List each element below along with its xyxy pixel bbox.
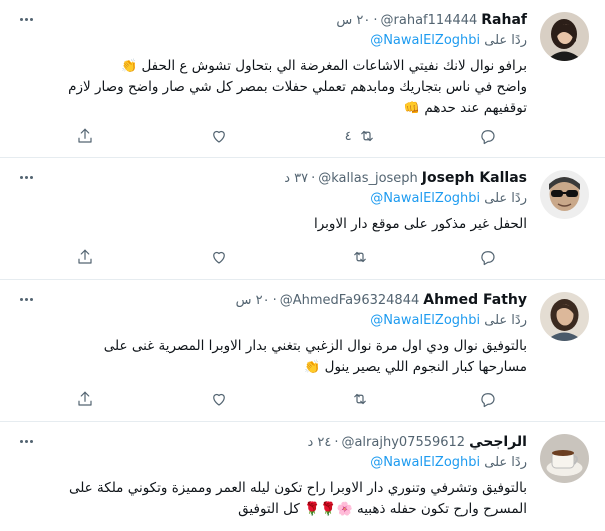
mention-link[interactable]: @NawalElZoghbi	[370, 313, 480, 328]
author-name[interactable]: Ahmed Fathy	[423, 292, 527, 308]
reply-icon	[481, 130, 495, 145]
tweet-content: Rahaf @rahaf114444 · ٢٠ س ردًا على @Nawa…	[16, 10, 527, 119]
separator-dot: ·	[373, 12, 378, 28]
mention-link[interactable]: @NawalElZoghbi	[370, 33, 480, 48]
author-name[interactable]: Rahaf	[481, 12, 527, 28]
tweet-line: توقفيهم عند حدهم	[424, 100, 527, 116]
more-options-icon[interactable]	[16, 292, 36, 306]
more-options-icon[interactable]	[16, 12, 36, 26]
reply-button[interactable]	[479, 390, 519, 408]
tweet-header: Ahmed Fathy @AhmedFa96324844 · ٢٠ س	[16, 290, 527, 310]
avatar[interactable]	[540, 292, 589, 341]
author-handle[interactable]: @kallas_joseph	[318, 171, 418, 186]
author-handle[interactable]: @alrajhy07559612	[341, 435, 465, 450]
tweet-time[interactable]: ٢٠ س	[236, 293, 270, 308]
retweet-icon	[360, 130, 373, 142]
tweet[interactable]: Joseph Kallas @kallas_joseph · ٣٧ د ردًا…	[0, 158, 605, 280]
tweet-line: مسارحها كبار النجوم اللي يصير ينول	[324, 359, 527, 375]
reply-icon	[481, 251, 495, 266]
avatar[interactable]	[540, 434, 589, 483]
tweet-line: الحفل غير مذكور على موقع دار الاوبرا	[313, 216, 527, 232]
replying-prefix: ردًا على	[484, 455, 527, 470]
retweet-button[interactable]	[345, 248, 385, 266]
like-button[interactable]	[210, 127, 250, 145]
reply-button[interactable]	[479, 127, 519, 145]
replying-prefix: ردًا على	[484, 313, 527, 328]
share-icon	[78, 391, 92, 406]
tweet[interactable]: الراجحي @alrajhy07559612 · ٢٤ د ردًا على…	[0, 422, 605, 531]
replying-to: ردًا على @NawalElZoghbi	[16, 33, 527, 53]
mention-link[interactable]: @NawalElZoghbi	[370, 455, 480, 470]
retweet-button[interactable]: ٤	[345, 127, 385, 145]
tweet-line: بالتوفيق نوال ودي اول مرة نوال الزغبي بت…	[103, 338, 527, 354]
share-icon	[78, 128, 92, 143]
share-icon	[78, 249, 92, 264]
share-button[interactable]	[76, 248, 116, 266]
tweet-text: بالتوفيق وتشرفي وتنوري دار الاوبرا راح ت…	[16, 478, 527, 520]
separator-dot: ·	[334, 434, 339, 450]
author-name[interactable]: Joseph Kallas	[422, 170, 527, 186]
replying-to: ردًا على @NawalElZoghbi	[16, 191, 527, 211]
retweet-count: ٤	[344, 128, 352, 144]
replying-to: ردًا على @NawalElZoghbi	[16, 313, 527, 333]
avatar[interactable]	[540, 12, 589, 61]
separator-dot: ·	[311, 170, 316, 186]
flowers-icon: 🌸🌹🌹	[304, 502, 353, 517]
more-options-icon[interactable]	[16, 434, 36, 448]
tweet-header: Rahaf @rahaf114444 · ٢٠ س	[16, 10, 527, 30]
tweet-text: بالتوفيق نوال ودي اول مرة نوال الزغبي بت…	[16, 336, 527, 378]
like-button[interactable]	[210, 390, 250, 408]
reply-button[interactable]	[479, 248, 519, 266]
clapping-hands-icon: 👏	[304, 360, 321, 375]
tweet-actions: ٤	[76, 126, 519, 146]
tweet[interactable]: Rahaf @rahaf114444 · ٢٠ س ردًا على @Nawa…	[0, 0, 605, 158]
tweet-actions	[76, 247, 519, 267]
author-handle[interactable]: @AhmedFa96324844	[280, 293, 419, 308]
heart-icon	[213, 251, 226, 264]
tweet-actions	[76, 389, 519, 409]
tweet-line: المسرح وارح تكون حفله ذهبيه	[356, 501, 527, 517]
tweet-content: Ahmed Fathy @AhmedFa96324844 · ٢٠ س ردًا…	[16, 290, 527, 378]
retweet-button[interactable]	[345, 390, 385, 408]
replying-prefix: ردًا على	[484, 33, 527, 48]
replying-to: ردًا على @NawalElZoghbi	[16, 455, 527, 475]
tweet-time[interactable]: ٢٠ س	[336, 13, 370, 28]
replying-prefix: ردًا على	[484, 191, 527, 206]
tweet-header: الراجحي @alrajhy07559612 · ٢٤ د	[16, 432, 527, 452]
share-button[interactable]	[76, 390, 116, 408]
share-button[interactable]	[76, 127, 116, 145]
fist-icon: 👊	[403, 101, 421, 116]
like-button[interactable]	[210, 248, 250, 266]
author-name[interactable]: الراجحي	[469, 434, 527, 450]
tweet-content: Joseph Kallas @kallas_joseph · ٣٧ د ردًا…	[16, 168, 527, 235]
avatar[interactable]	[540, 170, 589, 219]
tweet-text: الحفل غير مذكور على موقع دار الاوبرا	[16, 214, 527, 235]
tweet-header: Joseph Kallas @kallas_joseph · ٣٧ د	[16, 168, 527, 188]
retweet-icon	[353, 393, 366, 405]
tweet-line: كل التوفيق	[238, 501, 300, 517]
author-handle[interactable]: @rahaf114444	[381, 13, 478, 28]
tweet-line: واضح في ناس بتجاريك ومابدهم تعملي حفلات …	[68, 79, 527, 95]
heart-icon	[213, 130, 226, 143]
reply-feed: Rahaf @rahaf114444 · ٢٠ س ردًا على @Nawa…	[0, 0, 605, 531]
more-options-icon[interactable]	[16, 170, 36, 184]
tweet-time[interactable]: ٣٧ د	[284, 171, 308, 186]
heart-icon	[213, 393, 226, 406]
tweet-line: برافو نوال لانك نفيتي الاشاعات المغرضة ا…	[141, 58, 527, 74]
tweet[interactable]: Ahmed Fathy @AhmedFa96324844 · ٢٠ س ردًا…	[0, 280, 605, 422]
tweet-line: بالتوفيق وتشرفي وتنوري دار الاوبرا راح ت…	[68, 480, 527, 496]
clapping-hands-icon: 👏	[120, 59, 138, 74]
reply-icon	[481, 393, 495, 408]
tweet-time[interactable]: ٢٤ د	[307, 435, 331, 450]
tweet-content: الراجحي @alrajhy07559612 · ٢٤ د ردًا على…	[16, 432, 527, 520]
retweet-icon	[353, 251, 366, 263]
mention-link[interactable]: @NawalElZoghbi	[370, 191, 480, 206]
separator-dot: ·	[272, 292, 277, 308]
tweet-text: برافو نوال لانك نفيتي الاشاعات المغرضة ا…	[16, 56, 527, 119]
